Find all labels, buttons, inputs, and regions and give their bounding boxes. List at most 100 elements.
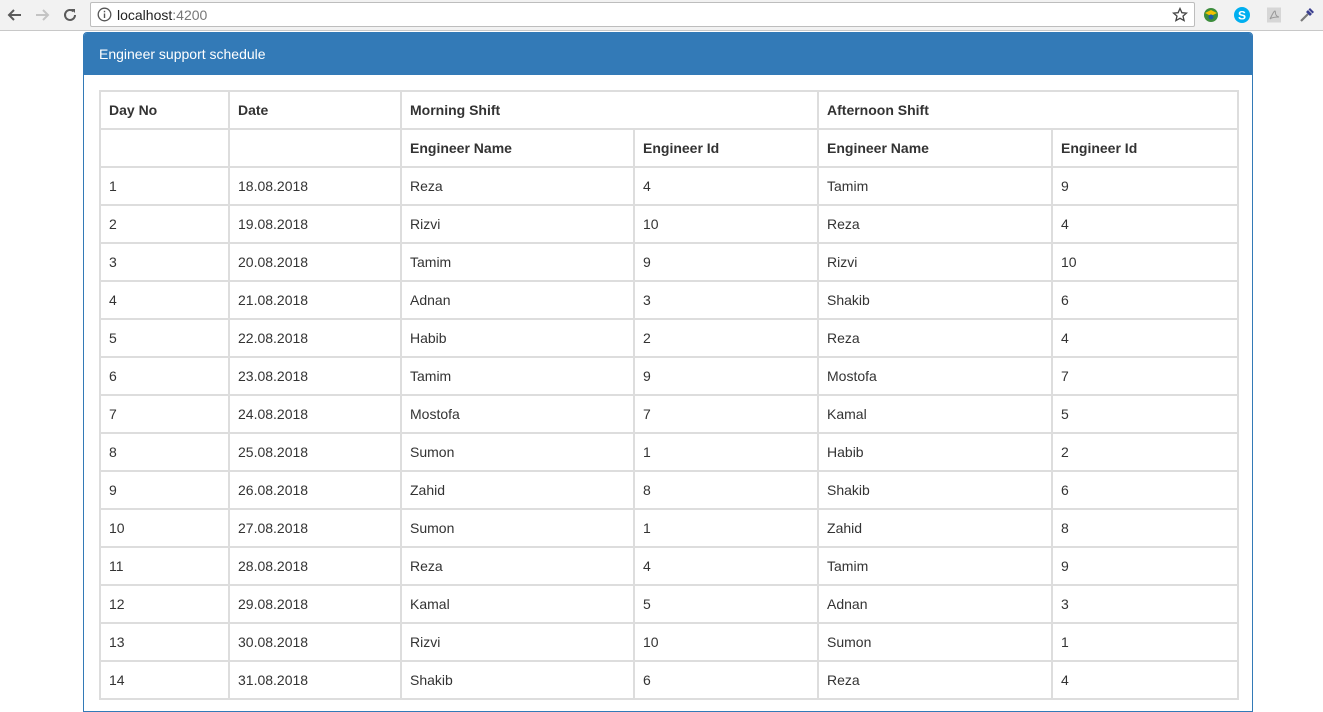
morning-engineer-id-cell: 5 xyxy=(632,584,820,624)
morning-engineer-name-cell: Adnan xyxy=(400,280,635,320)
svg-text:S: S xyxy=(1238,9,1246,23)
table-row: 3 20.08.2018 Tamim 9 Rizvi 10 xyxy=(99,242,1240,282)
afternoon-engineer-id-cell: 7 xyxy=(1051,356,1240,396)
afternoon-engineer-name-cell: Habib xyxy=(817,432,1054,472)
table-row: 8 25.08.2018 Sumon 1 Habib 2 xyxy=(99,432,1240,472)
pdf-icon[interactable] xyxy=(1264,5,1284,25)
subheader-afternoon-engineer-name: Engineer Name xyxy=(817,128,1054,168)
date-cell: 27.08.2018 xyxy=(228,508,402,548)
morning-engineer-name-cell: Mostofa xyxy=(400,394,635,434)
back-arrow-icon[interactable] xyxy=(4,4,26,26)
reload-icon[interactable] xyxy=(59,4,81,26)
url-port: :4200 xyxy=(172,7,208,23)
afternoon-engineer-name-cell: Zahid xyxy=(817,508,1054,548)
subheader-morning-engineer-name: Engineer Name xyxy=(400,128,635,168)
morning-engineer-id-cell: 10 xyxy=(632,204,820,244)
afternoon-engineer-id-cell: 4 xyxy=(1051,660,1240,700)
column-header-afternoon-shift: Afternoon Shift xyxy=(817,90,1240,130)
table-header-row-1: Day No Date Morning Shift Afternoon Shif… xyxy=(99,90,1240,130)
day-no-cell: 14 xyxy=(99,660,230,700)
url-host: localhost xyxy=(117,7,173,23)
morning-engineer-name-cell: Kamal xyxy=(400,584,635,624)
info-icon[interactable] xyxy=(97,7,112,22)
table-row: 1 18.08.2018 Reza 4 Tamim 9 xyxy=(99,166,1240,206)
afternoon-engineer-name-cell: Tamim xyxy=(817,546,1054,586)
schedule-table: Day No Date Morning Shift Afternoon Shif… xyxy=(99,90,1240,700)
forward-arrow-icon[interactable] xyxy=(31,4,53,26)
column-header-morning-shift: Morning Shift xyxy=(399,90,820,130)
panel-title: Engineer support schedule xyxy=(84,33,1252,75)
subheader-morning-engineer-id: Engineer Id xyxy=(632,128,820,168)
table-header-row-2: Engineer Name Engineer Id Engineer Name … xyxy=(99,128,1240,168)
afternoon-engineer-id-cell: 6 xyxy=(1051,470,1240,510)
morning-engineer-id-cell: 2 xyxy=(632,318,820,358)
afternoon-engineer-id-cell: 9 xyxy=(1051,166,1240,206)
table-row: 4 21.08.2018 Adnan 3 Shakib 6 xyxy=(99,280,1240,320)
date-cell: 18.08.2018 xyxy=(228,166,402,206)
subheader-blank xyxy=(99,128,230,168)
date-cell: 22.08.2018 xyxy=(228,318,402,358)
column-header-day-no: Day No xyxy=(99,90,230,130)
morning-engineer-id-cell: 8 xyxy=(632,470,820,510)
bookmark-star-icon[interactable] xyxy=(1171,6,1189,23)
date-cell: 20.08.2018 xyxy=(228,242,402,282)
table-row: 2 19.08.2018 Rizvi 10 Reza 4 xyxy=(99,204,1240,244)
morning-engineer-name-cell: Habib xyxy=(400,318,635,358)
day-no-cell: 1 xyxy=(99,166,230,206)
afternoon-engineer-name-cell: Shakib xyxy=(817,470,1054,510)
afternoon-engineer-id-cell: 10 xyxy=(1051,242,1240,282)
day-no-cell: 10 xyxy=(99,508,230,548)
day-no-cell: 8 xyxy=(99,432,230,472)
date-cell: 26.08.2018 xyxy=(228,470,402,510)
address-bar[interactable]: localhost:4200 xyxy=(90,2,1195,27)
subheader-afternoon-engineer-id: Engineer Id xyxy=(1051,128,1240,168)
date-cell: 31.08.2018 xyxy=(228,660,402,700)
afternoon-engineer-id-cell: 4 xyxy=(1051,318,1240,358)
afternoon-engineer-id-cell: 2 xyxy=(1051,432,1240,472)
afternoon-engineer-id-cell: 5 xyxy=(1051,394,1240,434)
date-cell: 30.08.2018 xyxy=(228,622,402,662)
skype-icon[interactable]: S xyxy=(1232,5,1252,25)
afternoon-engineer-id-cell: 3 xyxy=(1051,584,1240,624)
date-cell: 19.08.2018 xyxy=(228,204,402,244)
morning-engineer-name-cell: Tamim xyxy=(400,242,635,282)
morning-engineer-id-cell: 3 xyxy=(632,280,820,320)
day-no-cell: 11 xyxy=(99,546,230,586)
date-cell: 28.08.2018 xyxy=(228,546,402,586)
table-row: 11 28.08.2018 Reza 4 Tamim 9 xyxy=(99,546,1240,586)
table-row: 14 31.08.2018 Shakib 6 Reza 4 xyxy=(99,660,1240,700)
afternoon-engineer-name-cell: Rizvi xyxy=(817,242,1054,282)
table-row: 7 24.08.2018 Mostofa 7 Kamal 5 xyxy=(99,394,1240,434)
morning-engineer-name-cell: Sumon xyxy=(400,508,635,548)
table-row: 9 26.08.2018 Zahid 8 Shakib 6 xyxy=(99,470,1240,510)
morning-engineer-name-cell: Reza xyxy=(400,546,635,586)
morning-engineer-name-cell: Sumon xyxy=(400,432,635,472)
morning-engineer-name-cell: Shakib xyxy=(400,660,635,700)
eyedropper-icon[interactable] xyxy=(1297,5,1317,25)
date-cell: 21.08.2018 xyxy=(228,280,402,320)
schedule-panel: Engineer support schedule Day No Date Mo… xyxy=(83,32,1253,712)
morning-engineer-name-cell: Rizvi xyxy=(400,622,635,662)
morning-engineer-id-cell: 4 xyxy=(632,166,820,206)
morning-engineer-id-cell: 9 xyxy=(632,242,820,282)
day-no-cell: 7 xyxy=(99,394,230,434)
morning-engineer-name-cell: Reza xyxy=(400,166,635,206)
morning-engineer-name-cell: Tamim xyxy=(400,356,635,396)
afternoon-engineer-name-cell: Adnan xyxy=(817,584,1054,624)
table-row: 12 29.08.2018 Kamal 5 Adnan 3 xyxy=(99,584,1240,624)
extension-icon[interactable] xyxy=(1201,5,1221,25)
day-no-cell: 4 xyxy=(99,280,230,320)
url-text[interactable]: localhost:4200 xyxy=(117,7,207,23)
afternoon-engineer-id-cell: 1 xyxy=(1051,622,1240,662)
day-no-cell: 12 xyxy=(99,584,230,624)
afternoon-engineer-name-cell: Reza xyxy=(817,660,1054,700)
morning-engineer-name-cell: Rizvi xyxy=(400,204,635,244)
browser-toolbar: localhost:4200 S xyxy=(0,0,1323,31)
morning-engineer-id-cell: 1 xyxy=(632,508,820,548)
date-cell: 25.08.2018 xyxy=(228,432,402,472)
morning-engineer-id-cell: 7 xyxy=(632,394,820,434)
morning-engineer-id-cell: 9 xyxy=(632,356,820,396)
day-no-cell: 3 xyxy=(99,242,230,282)
afternoon-engineer-name-cell: Reza xyxy=(817,204,1054,244)
afternoon-engineer-name-cell: Sumon xyxy=(817,622,1054,662)
